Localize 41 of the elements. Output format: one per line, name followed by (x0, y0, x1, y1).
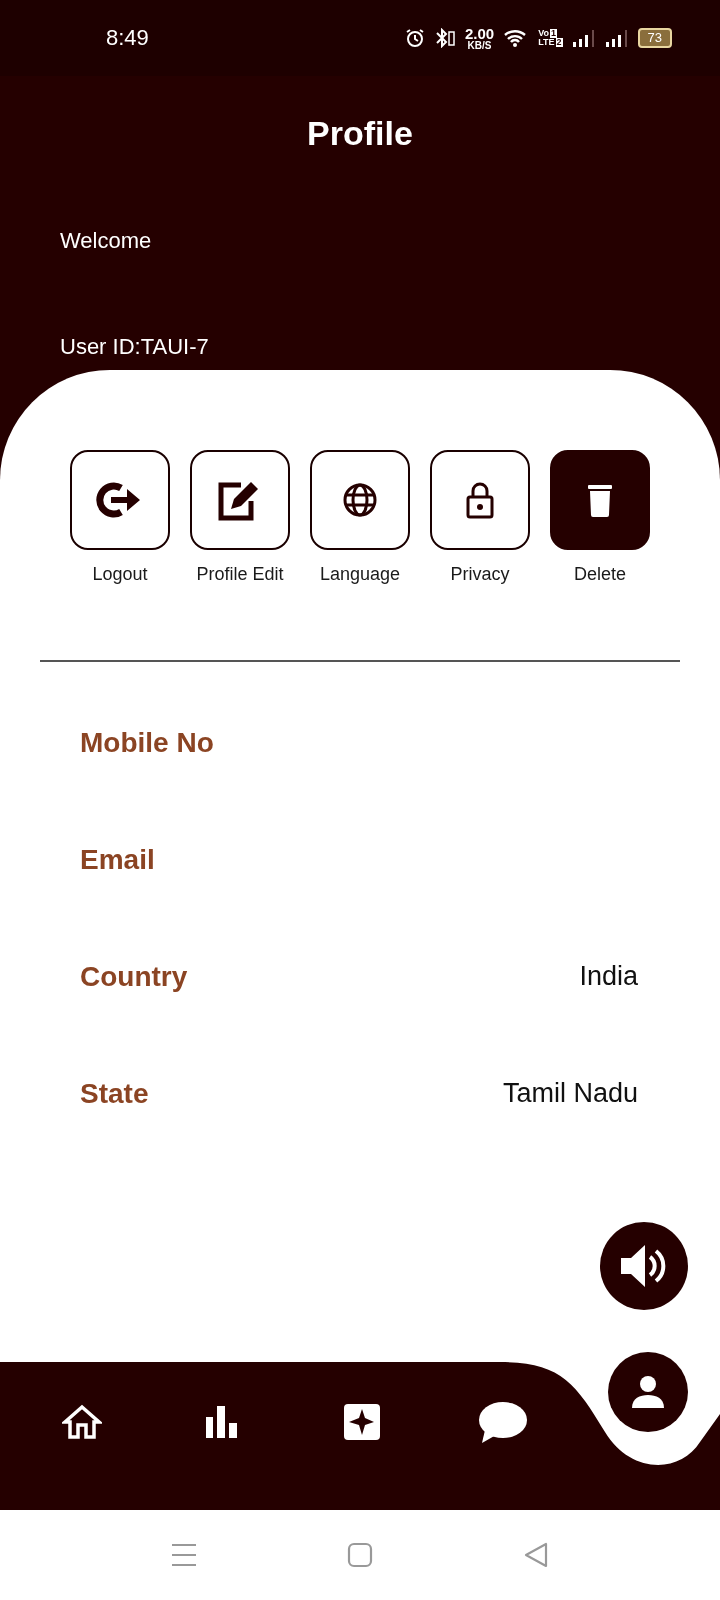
menu-icon[interactable] (171, 1543, 197, 1567)
field-label: State (80, 1077, 149, 1110)
lock-icon (465, 480, 495, 520)
status-time: 8:49 (106, 25, 149, 51)
action-label: Logout (92, 564, 148, 585)
chat-bubble-icon (476, 1400, 528, 1444)
speed-unit: KB/S (467, 40, 492, 51)
speed-value: 2.00 (464, 25, 495, 41)
action-label: Delete (574, 564, 626, 585)
trash-icon (587, 483, 613, 517)
home-square-icon[interactable] (347, 1542, 373, 1568)
person-icon (630, 1374, 666, 1410)
lte-label: LTE (538, 38, 555, 48)
signal-icon (604, 28, 629, 48)
logout-button[interactable] (70, 450, 170, 550)
signal-icon (571, 28, 596, 48)
sim-number: 1 (550, 28, 558, 38)
bluetooth-icon (433, 28, 456, 48)
field-label: Mobile No (80, 726, 214, 759)
action-label: Language (319, 564, 401, 585)
welcome-text: Welcome (59, 228, 153, 254)
globe-button[interactable] (310, 450, 410, 550)
field-value: Tamil Nadu (502, 1078, 638, 1109)
sim-number: 2 (555, 38, 563, 48)
edit-button[interactable] (190, 450, 290, 550)
lock-button[interactable] (430, 450, 530, 550)
field-label: Country (80, 960, 188, 993)
action-label: Privacy (450, 564, 510, 585)
bar-chart-icon (205, 1405, 239, 1439)
back-icon[interactable] (523, 1542, 549, 1568)
field-value: India (579, 961, 638, 992)
volte-label: Vo (538, 28, 549, 38)
action-label: Profile Edit (196, 564, 284, 585)
alarm-icon (404, 28, 425, 48)
page-title: Profile (307, 113, 413, 153)
user-id-text: User ID:TAUI-7 (59, 334, 210, 360)
home-icon (62, 1404, 102, 1440)
battery-indicator: 73 (637, 28, 672, 48)
globe-icon (342, 482, 378, 518)
field-label: Email (80, 843, 155, 876)
delete-button[interactable] (550, 450, 650, 550)
